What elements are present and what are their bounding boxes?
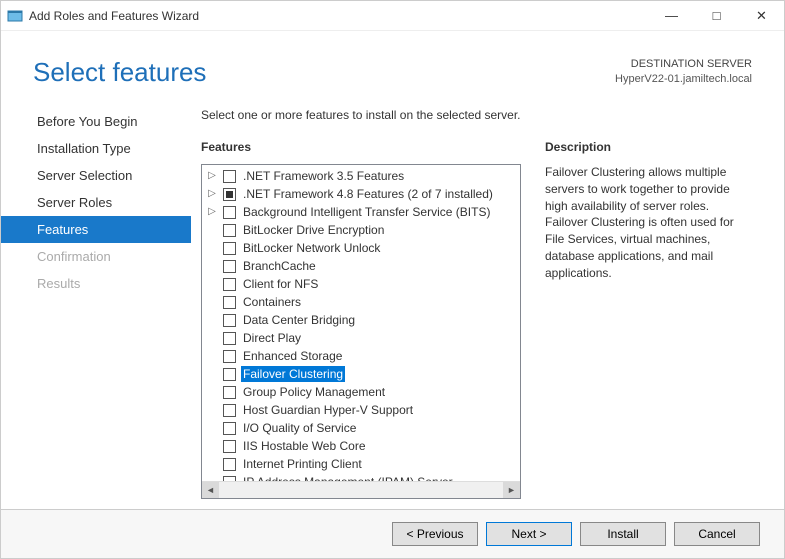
feature-label: IP Address Management (IPAM) Server xyxy=(241,474,455,481)
feature-label: Group Policy Management xyxy=(241,384,387,400)
feature-checkbox[interactable] xyxy=(223,440,236,453)
minimize-button[interactable]: — xyxy=(649,1,694,31)
feature-label: IIS Hostable Web Core xyxy=(241,438,368,454)
feature-label: .NET Framework 3.5 Features xyxy=(241,168,406,184)
feature-checkbox[interactable] xyxy=(223,332,236,345)
feature-item[interactable]: ▷IIS Hostable Web Core xyxy=(206,437,518,455)
title-bar: Add Roles and Features Wizard — □ ✕ xyxy=(1,1,784,31)
maximize-button[interactable]: □ xyxy=(694,1,739,31)
feature-item[interactable]: ▷IP Address Management (IPAM) Server xyxy=(206,473,518,481)
feature-item[interactable]: ▷Enhanced Storage xyxy=(206,347,518,365)
scroll-right-icon[interactable]: ► xyxy=(503,482,520,499)
feature-checkbox[interactable] xyxy=(223,188,236,201)
expander-icon[interactable]: ▷ xyxy=(206,204,218,220)
feature-checkbox[interactable] xyxy=(223,386,236,399)
features-tree[interactable]: ▷ .NET Framework 3.5 Features ▷ .NET Framew… xyxy=(202,165,520,481)
feature-checkbox[interactable] xyxy=(223,170,236,183)
wizard-footer: < Previous Next > Install Cancel xyxy=(1,509,784,558)
description-text: Failover Clustering allows multiple serv… xyxy=(545,164,754,282)
window-title: Add Roles and Features Wizard xyxy=(29,9,199,23)
app-icon xyxy=(7,8,23,24)
instruction-text: Select one or more features to install o… xyxy=(201,108,754,122)
feature-item[interactable]: ▷Data Center Bridging xyxy=(206,311,518,329)
expander-icon[interactable]: ▷ xyxy=(206,186,218,202)
close-button[interactable]: ✕ xyxy=(739,1,784,31)
horizontal-scrollbar[interactable]: ◄ ► xyxy=(202,481,520,498)
feature-checkbox[interactable] xyxy=(223,242,236,255)
feature-checkbox[interactable] xyxy=(223,278,236,291)
destination-value: HyperV22-01.jamiltech.local xyxy=(615,72,752,87)
feature-checkbox[interactable] xyxy=(223,422,236,435)
destination-block: DESTINATION SERVER HyperV22-01.jamiltech… xyxy=(615,57,752,88)
feature-checkbox[interactable] xyxy=(223,476,236,482)
feature-label: Failover Clustering xyxy=(241,366,345,382)
description-column: Description Failover Clustering allows m… xyxy=(545,140,754,499)
wizard-steps-sidebar: Before You BeginInstallation TypeServer … xyxy=(1,100,191,509)
features-column: Features ▷ .NET Framework 3.5 Features ▷ .N… xyxy=(201,140,521,499)
feature-label: Client for NFS xyxy=(241,276,320,292)
feature-label: Enhanced Storage xyxy=(241,348,344,364)
feature-item[interactable]: ▷ .NET Framework 4.8 Features (2 of 7 ins… xyxy=(206,185,518,203)
main-panel: Select one or more features to install o… xyxy=(191,100,784,509)
feature-label: Direct Play xyxy=(241,330,303,346)
next-button[interactable]: Next > xyxy=(486,522,572,546)
feature-item[interactable]: ▷I/O Quality of Service xyxy=(206,419,518,437)
sidebar-item: Confirmation xyxy=(1,243,191,270)
feature-checkbox[interactable] xyxy=(223,458,236,471)
feature-item[interactable]: ▷ .NET Framework 3.5 Features xyxy=(206,167,518,185)
previous-button[interactable]: < Previous xyxy=(392,522,478,546)
feature-checkbox[interactable] xyxy=(223,404,236,417)
feature-item[interactable]: ▷Direct Play xyxy=(206,329,518,347)
feature-label: BranchCache xyxy=(241,258,318,274)
scroll-left-icon[interactable]: ◄ xyxy=(202,482,219,499)
feature-checkbox[interactable] xyxy=(223,296,236,309)
sidebar-item[interactable]: Features xyxy=(1,216,191,243)
feature-item[interactable]: ▷BitLocker Drive Encryption xyxy=(206,221,518,239)
feature-label: I/O Quality of Service xyxy=(241,420,358,436)
sidebar-item[interactable]: Before You Begin xyxy=(1,108,191,135)
sidebar-item: Results xyxy=(1,270,191,297)
description-heading: Description xyxy=(545,140,754,154)
feature-checkbox[interactable] xyxy=(223,350,236,363)
feature-checkbox[interactable] xyxy=(223,368,236,381)
sidebar-item[interactable]: Server Selection xyxy=(1,162,191,189)
feature-item[interactable]: ▷Group Policy Management xyxy=(206,383,518,401)
sidebar-item[interactable]: Server Roles xyxy=(1,189,191,216)
feature-item[interactable]: ▷Containers xyxy=(206,293,518,311)
feature-checkbox[interactable] xyxy=(223,206,236,219)
feature-label: Host Guardian Hyper-V Support xyxy=(241,402,415,418)
page-title: Select features xyxy=(33,57,206,88)
feature-item[interactable]: ▷Host Guardian Hyper-V Support xyxy=(206,401,518,419)
feature-checkbox[interactable] xyxy=(223,224,236,237)
feature-item[interactable]: ▷BitLocker Network Unlock xyxy=(206,239,518,257)
feature-label: Containers xyxy=(241,294,303,310)
destination-label: DESTINATION SERVER xyxy=(615,57,752,72)
feature-label: Background Intelligent Transfer Service … xyxy=(241,204,492,220)
install-button[interactable]: Install xyxy=(580,522,666,546)
feature-item[interactable]: ▷Client for NFS xyxy=(206,275,518,293)
feature-item[interactable]: ▷Failover Clustering xyxy=(206,365,518,383)
feature-checkbox[interactable] xyxy=(223,314,236,327)
feature-item[interactable]: ▷ Background Intelligent Transfer Service… xyxy=(206,203,518,221)
feature-label: Internet Printing Client xyxy=(241,456,364,472)
feature-label: Data Center Bridging xyxy=(241,312,357,328)
feature-checkbox[interactable] xyxy=(223,260,236,273)
feature-item[interactable]: ▷Internet Printing Client xyxy=(206,455,518,473)
feature-label: BitLocker Drive Encryption xyxy=(241,222,386,238)
feature-label: BitLocker Network Unlock xyxy=(241,240,382,256)
feature-item[interactable]: ▷BranchCache xyxy=(206,257,518,275)
wizard-header: Select features DESTINATION SERVER Hyper… xyxy=(1,31,784,100)
features-tree-box: ▷ .NET Framework 3.5 Features ▷ .NET Framew… xyxy=(201,164,521,499)
cancel-button[interactable]: Cancel xyxy=(674,522,760,546)
features-heading: Features xyxy=(201,140,521,154)
sidebar-item[interactable]: Installation Type xyxy=(1,135,191,162)
expander-icon[interactable]: ▷ xyxy=(206,168,218,184)
feature-label: .NET Framework 4.8 Features (2 of 7 inst… xyxy=(241,186,495,202)
